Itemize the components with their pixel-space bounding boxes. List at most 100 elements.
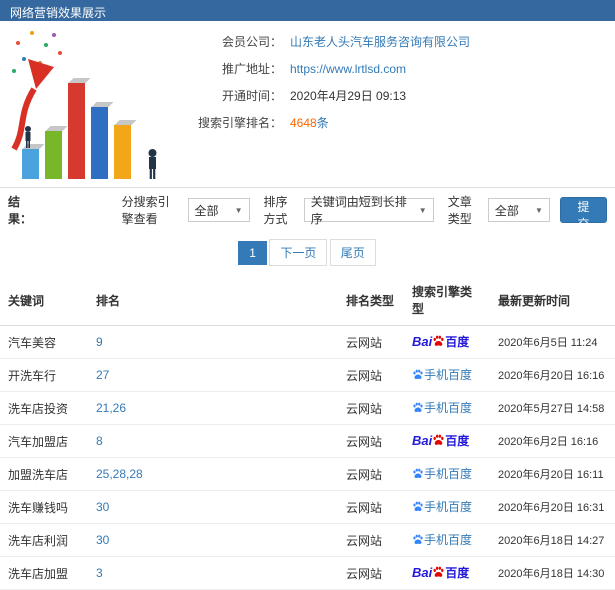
rank-cell[interactable]: 8 [88,424,338,458]
update-time-cell: 2020年6月18日 14:30 [490,556,615,590]
sort-value: 关键词由短到长排序 [310,195,407,226]
rank-cell[interactable]: 25,28,28 [88,457,338,491]
keyword-cell: 洗车店利润 [0,523,88,557]
baidu-paw-icon [432,335,445,351]
engine-filter-label: 分搜索引擎查看 [121,195,170,226]
table-row: 洗车店投资 21,26 云网站 Bai百度 手机百度 2020年5月27日 14… [0,391,615,425]
rank-cell[interactable]: 30 [88,523,338,557]
chart-bar [114,125,131,179]
site-link[interactable]: https://www.lrtlsd.com [290,60,406,78]
keyword-cell: 汽车美容 [0,325,88,359]
confetti-dot [30,31,34,35]
mobile-baidu-paw-icon [412,468,424,483]
pagination: 1 下一页 尾页 [0,232,615,275]
keyword-cell: 洗车店加盟 [0,556,88,590]
opened-label: 开通时间： [221,89,282,103]
column-header: 搜索引擎类型 [404,275,490,326]
next-page-button[interactable]: 下一页 [269,239,328,266]
update-time-cell: 2020年6月5日 11:24 [490,325,615,359]
engine-cell: Bai百度 手机百度 [404,358,490,392]
company-label: 会员公司： [221,35,282,49]
table-header-row: 关键词 排名 排名类型 搜索引擎类型 最新更新时间 [0,275,615,326]
baidu-cn-text: 百度 [445,566,470,580]
update-time-cell: 2020年6月2日 16:16 [490,424,615,458]
mobile-baidu-paw-icon [412,501,424,516]
baidu-paw-icon [432,566,445,582]
person-figure-icon [25,126,31,148]
table-row: 汽车加盟店 8 云网站 Bai百度 手机百度 2020年6月2日 16:16 [0,424,615,458]
engine-cell: Bai百度 手机百度 [404,325,490,359]
results-table: 关键词排名排名类型搜索引擎类型最新更新时间 汽车美容 9 云网站 Bai百度 手… [0,275,615,590]
rank-cell[interactable]: 3 [88,556,338,590]
mobile-baidu-paw-icon [412,402,424,417]
update-time-cell: 2020年6月20日 16:16 [490,358,615,392]
engine-cell: Bai百度 手机百度 [404,490,490,524]
column-header: 排名 [88,275,338,326]
table-row: 开洗车行 27 云网站 Bai百度 手机百度 2020年6月20日 16:16 [0,358,615,392]
table-row: 洗车赚钱吗 30 云网站 Bai百度 手机百度 2020年6月20日 16:31 [0,490,615,524]
rank-type-cell: 云网站 [338,358,404,392]
column-header: 关键词 [0,275,88,326]
company-link[interactable]: 山东老人头汽车服务咨询有限公司 [290,33,470,51]
info-panel: 会员公司： 山东老人头汽车服务咨询有限公司 推广地址： https://www.… [0,21,615,188]
chart-illustration [6,25,178,183]
column-header: 排名类型 [338,275,404,326]
keyword-cell: 洗车赚钱吗 [0,490,88,524]
mobile-baidu-logo: 手机百度 [412,467,472,481]
baidu-latin-text: Bai [412,565,433,580]
rank-type-cell: 云网站 [338,523,404,557]
article-type-label: 文章类型 [447,195,472,226]
submit-button[interactable]: 提交 [559,197,608,231]
rank-cell[interactable]: 27 [88,358,338,392]
article-type-select[interactable]: 全部 ▼ [487,198,550,222]
table-row: 洗车店加盟 3 云网站 Bai百度 手机百度 2020年6月18日 14:30 [0,556,615,590]
update-time-cell: 2020年5月27日 14:58 [490,391,615,425]
mobile-baidu-text: 手机百度 [424,401,473,415]
table-row: 汽车美容 9 云网站 Bai百度 手机百度 2020年6月5日 11:24 [0,325,615,359]
table-row: 加盟洗车店 25,28,28 云网站 Bai百度 手机百度 2020年6月20日… [0,457,615,491]
rank-type-cell: 云网站 [338,325,404,359]
keyword-cell: 加盟洗车店 [0,457,88,491]
mobile-baidu-text: 手机百度 [424,533,473,547]
site-label: 推广地址： [221,62,282,76]
chart-bar [91,107,108,179]
chart-bar [68,83,85,179]
rank-type-cell: 云网站 [338,424,404,458]
engine-cell: Bai百度 手机百度 [404,556,490,590]
baidu-paw-icon [432,434,445,450]
article-type-value: 全部 [494,203,519,218]
rank-cell[interactable]: 30 [88,490,338,524]
page-1-button[interactable]: 1 [238,241,267,265]
table-row: 洗车店利润 30 云网站 Bai百度 手机百度 2020年6月18日 14:27 [0,523,615,557]
rank-type-cell: 云网站 [338,391,404,425]
engine-filter-select[interactable]: 全部 ▼ [187,198,250,222]
chevron-down-icon: ▼ [234,205,243,215]
engine-cell: Bai百度 手机百度 [404,523,490,557]
rank-type-cell: 云网站 [338,490,404,524]
keyword-cell: 开洗车行 [0,358,88,392]
rank-cell[interactable]: 9 [88,325,338,359]
mobile-baidu-logo: 手机百度 [412,500,472,514]
baidu-logo: Bai 百度 [412,565,470,582]
rank-label: 搜索引擎排名： [197,116,282,130]
mobile-baidu-text: 手机百度 [424,500,473,514]
engine-filter-value: 全部 [194,203,219,218]
engine-cell: Bai百度 手机百度 [404,457,490,491]
engine-cell: Bai百度 手机百度 [404,424,490,458]
mobile-baidu-logo: 手机百度 [412,368,472,382]
person-figure-icon [148,149,157,179]
chart-bar [22,149,39,179]
mobile-baidu-logo: 手机百度 [412,533,472,547]
keyword-cell: 汽车加盟店 [0,424,88,458]
last-page-button[interactable]: 尾页 [329,239,376,266]
sort-select[interactable]: 关键词由短到长排序 ▼ [303,195,434,226]
column-header: 最新更新时间 [490,275,615,326]
rank-type-cell: 云网站 [338,556,404,590]
rank-cell[interactable]: 21,26 [88,391,338,425]
update-time-cell: 2020年6月20日 16:31 [490,490,615,524]
opened-value: 2020年4月29日 09:13 [290,89,407,103]
result-label: 结果： [8,195,33,226]
keyword-cell: 洗车店投资 [0,391,88,425]
mobile-baidu-paw-icon [412,534,424,549]
baidu-latin-text: Bai [412,334,433,349]
